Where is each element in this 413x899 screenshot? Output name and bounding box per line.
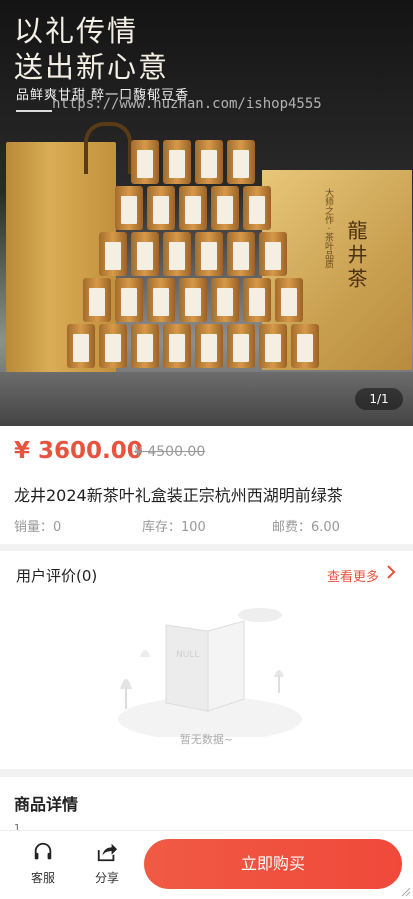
tea-can — [259, 324, 287, 368]
product-details-card: 商品详情 1 — [0, 777, 413, 837]
tea-can — [99, 232, 127, 276]
tea-can — [275, 278, 303, 322]
share-icon — [97, 843, 118, 862]
original-price: ¥ 4500.00 — [134, 444, 206, 460]
tea-can — [195, 232, 223, 276]
resize-grip-icon — [401, 887, 411, 897]
tea-can — [147, 186, 175, 230]
tea-can — [195, 140, 223, 184]
tea-can — [163, 140, 191, 184]
tea-cans-pyramid — [60, 140, 330, 370]
buy-now-button[interactable]: 立即购买 — [144, 839, 402, 889]
tea-can — [67, 324, 95, 368]
stock-count: 库存：100 — [142, 520, 206, 535]
tea-can — [115, 278, 143, 322]
tea-can — [227, 324, 255, 368]
sales-count: 销量：0 — [14, 520, 62, 535]
shipping-fee: 邮费：6.00 — [272, 520, 340, 535]
tea-can — [195, 324, 223, 368]
product-page: 以礼传情 送出新心意 品鲜爽甘甜 醉一口馥郁豆香 https://www.huz… — [0, 0, 413, 899]
hero-watermark: https://www.huzhan.com/ishop4555 — [52, 96, 322, 112]
gift-box-label: 龍井茶 — [344, 220, 368, 292]
hero-underline — [16, 110, 52, 112]
chevron-right-icon[interactable] — [383, 564, 399, 580]
empty-book-text: NULL — [176, 650, 199, 660]
tea-can — [211, 278, 239, 322]
tea-can — [243, 278, 271, 322]
tea-can — [163, 324, 191, 368]
product-info-card: ¥ 3600.00 ¥ 4500.00 龙井2024新茶叶礼盒装正宗杭州西湖明前… — [0, 426, 413, 544]
table-surface — [0, 372, 413, 426]
tea-can — [131, 324, 159, 368]
tea-can — [227, 232, 255, 276]
tea-can — [243, 186, 271, 230]
current-price: ¥ 3600.00 — [14, 438, 143, 464]
tea-can — [131, 232, 159, 276]
share-button[interactable]: 分享 — [82, 841, 132, 886]
tea-can — [179, 278, 207, 322]
tea-can — [131, 140, 159, 184]
image-counter: 1/1 — [355, 388, 403, 410]
details-title: 商品详情 — [14, 795, 79, 814]
bottom-action-bar: 客服 分享 立即购买 — [0, 830, 413, 899]
reviews-card: 用户评价(0) 查看更多 NULL 暂无数据~ — [0, 551, 413, 769]
tea-can — [163, 232, 191, 276]
headset-icon — [34, 842, 52, 860]
share-label: 分享 — [94, 871, 119, 885]
tea-can — [147, 278, 175, 322]
tea-can — [179, 186, 207, 230]
tea-can — [83, 278, 111, 322]
empty-state-text: 暂无数据~ — [179, 733, 234, 746]
hero-headline-2: 送出新心意 — [14, 50, 170, 84]
customer-service-label: 客服 — [30, 871, 55, 885]
customer-service-button[interactable]: 客服 — [18, 841, 68, 886]
tea-can — [211, 186, 239, 230]
product-image-carousel[interactable]: 以礼传情 送出新心意 品鲜爽甘甜 醉一口馥郁豆香 https://www.huz… — [0, 0, 413, 426]
tea-can — [291, 324, 319, 368]
product-title: 龙井2024新茶叶礼盒装正宗杭州西湖明前绿茶 — [14, 486, 343, 505]
tea-can — [259, 232, 287, 276]
empty-state-illustration: NULL — [118, 608, 302, 737]
view-more-link[interactable]: 查看更多 — [327, 566, 379, 585]
reviews-title: 用户评价(0) — [16, 567, 98, 585]
tea-can — [99, 324, 127, 368]
tea-can — [227, 140, 255, 184]
tea-can — [115, 186, 143, 230]
